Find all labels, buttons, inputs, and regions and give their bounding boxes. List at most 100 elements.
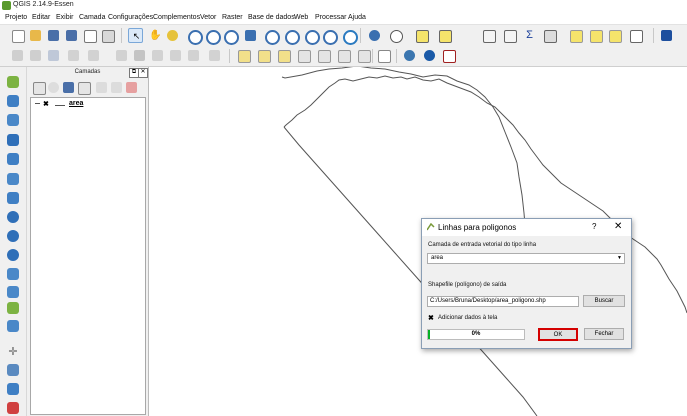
move-feature-icon[interactable] xyxy=(86,48,101,63)
menu-processar[interactable]: Processar xyxy=(315,14,347,21)
zoom-to-layer-icon[interactable] xyxy=(283,28,300,45)
add-feature-icon[interactable] xyxy=(66,48,81,63)
remove-layer-icon[interactable] xyxy=(124,80,139,95)
save-project-icon[interactable] xyxy=(46,28,61,43)
menu-projeto[interactable]: Projeto xyxy=(5,14,27,21)
csw-icon[interactable] xyxy=(376,48,391,63)
new-bookmark-icon[interactable] xyxy=(588,28,603,43)
cut-features-icon[interactable] xyxy=(150,48,165,63)
change-label-icon[interactable] xyxy=(356,48,371,63)
new-shapefile-icon[interactable] xyxy=(6,301,20,315)
pin-labels-icon[interactable] xyxy=(256,48,271,63)
browse-button[interactable]: Buscar xyxy=(583,295,625,307)
expand-all-icon[interactable] xyxy=(94,80,109,95)
menu-configuracoes[interactable]: Configurações xyxy=(108,14,153,21)
filter-legend-icon[interactable] xyxy=(61,80,76,95)
menu-ajuda[interactable]: Ajuda xyxy=(348,14,366,21)
georeferencer-icon[interactable]: ✛ xyxy=(6,345,20,359)
menu-camada[interactable]: Camada xyxy=(79,14,105,21)
expander-icon[interactable] xyxy=(35,103,40,104)
statistics-icon[interactable]: Σ xyxy=(522,28,537,43)
new-print-composer-icon[interactable] xyxy=(82,28,97,43)
collapse-all-icon[interactable] xyxy=(109,80,124,95)
zoom-next-icon[interactable] xyxy=(321,28,338,45)
gps-tools-icon[interactable] xyxy=(6,363,20,377)
label-toolbar-icon[interactable] xyxy=(236,48,251,63)
pan-to-selection-icon[interactable] xyxy=(165,28,180,43)
add-wms-layer-icon[interactable] xyxy=(6,210,20,224)
zoom-out-icon[interactable] xyxy=(204,28,221,45)
add-spatialite-layer-icon[interactable] xyxy=(6,113,20,127)
layer-styling-icon[interactable] xyxy=(31,80,46,95)
dialog-help-button[interactable]: ? xyxy=(592,222,596,231)
copy-features-icon[interactable] xyxy=(168,48,183,63)
close-button[interactable]: Fechar xyxy=(584,328,624,340)
visibility-icon[interactable] xyxy=(46,80,61,95)
new-project-icon[interactable] xyxy=(10,28,25,43)
text-annotation-icon[interactable] xyxy=(628,28,643,43)
layer-visibility-checkbox[interactable]: ✖ xyxy=(43,101,50,108)
zoom-in-icon[interactable] xyxy=(186,28,203,45)
add-postgis-layer-icon[interactable] xyxy=(6,133,20,147)
zoom-full-icon[interactable] xyxy=(243,28,258,43)
close-panel-icon[interactable]: ✕ xyxy=(138,68,148,78)
add-to-canvas-checkbox[interactable]: ✖ xyxy=(428,314,434,322)
wkt-text-icon[interactable] xyxy=(441,48,456,63)
refresh-icon[interactable] xyxy=(341,28,358,45)
add-delimited-text-icon[interactable] xyxy=(6,267,20,281)
roads-graph-icon[interactable] xyxy=(6,382,20,396)
filter-expression-icon[interactable] xyxy=(76,80,91,95)
open-project-icon[interactable] xyxy=(28,28,43,43)
add-mssql-layer-icon[interactable] xyxy=(6,152,20,166)
menu-editar[interactable]: Editar xyxy=(32,14,50,21)
add-db2-layer-icon[interactable] xyxy=(6,191,20,205)
touch-zoom-icon[interactable]: ↖ xyxy=(128,28,143,43)
ok-button[interactable]: OK xyxy=(538,328,578,341)
node-tool-icon[interactable] xyxy=(114,48,129,63)
measure-icon[interactable] xyxy=(388,28,403,43)
add-vector-layer-icon[interactable] xyxy=(6,75,20,89)
menu-vetor[interactable]: Vetor xyxy=(200,14,216,21)
add-raster-layer-icon[interactable] xyxy=(6,94,20,108)
zoom-native-icon[interactable] xyxy=(222,28,239,45)
zoom-last-icon[interactable] xyxy=(303,28,320,45)
zoom-to-selection-icon[interactable] xyxy=(263,28,280,45)
menu-exibir[interactable]: Exibir xyxy=(56,14,74,21)
save-as-icon[interactable] xyxy=(64,28,79,43)
new-spatialite-icon[interactable] xyxy=(6,319,20,333)
highlight-pinned-labels-icon[interactable] xyxy=(276,48,291,63)
layer-item-area[interactable]: ✖ area xyxy=(33,100,133,110)
coordinate-capture-icon[interactable] xyxy=(6,401,20,415)
attribute-table-icon[interactable] xyxy=(481,28,496,43)
composer-manager-icon[interactable] xyxy=(100,28,115,43)
rotate-label-icon[interactable] xyxy=(336,48,351,63)
show-hide-labels-icon[interactable] xyxy=(296,48,311,63)
input-layer-select[interactable]: area ▼ xyxy=(427,253,625,264)
undo-icon[interactable] xyxy=(207,48,222,63)
field-calculator-icon[interactable] xyxy=(502,28,517,43)
python-console-icon[interactable] xyxy=(402,48,417,63)
add-wfs-layer-icon[interactable] xyxy=(6,248,20,262)
add-oracle-layer-icon[interactable] xyxy=(6,172,20,186)
paste-features-icon[interactable] xyxy=(186,48,201,63)
pan-icon[interactable]: ✋ xyxy=(147,28,162,43)
select-icon[interactable] xyxy=(414,28,429,43)
menu-base-de-dados[interactable]: Base de dados xyxy=(248,14,295,21)
menu-web[interactable]: Web xyxy=(294,14,308,21)
bookmarks-icon[interactable] xyxy=(607,28,622,43)
measure-line-icon[interactable] xyxy=(542,28,557,43)
map-tips-icon[interactable] xyxy=(568,28,583,43)
current-edits-icon[interactable] xyxy=(10,48,25,63)
menu-raster[interactable]: Raster xyxy=(222,14,243,21)
output-shapefile-input[interactable]: C:/Users/Bruna/Desktop/area_poligono.shp xyxy=(427,296,579,307)
deselect-icon[interactable] xyxy=(437,28,452,43)
layer-name[interactable]: area xyxy=(69,100,83,107)
wkt-icon[interactable] xyxy=(422,48,437,63)
dialog-close-button[interactable]: ✕ xyxy=(614,221,622,232)
add-wcs-layer-icon[interactable] xyxy=(6,229,20,243)
toggle-editing-icon[interactable] xyxy=(28,48,43,63)
save-edits-icon[interactable] xyxy=(46,48,61,63)
menu-complementos[interactable]: Complementos xyxy=(153,14,200,21)
move-label-icon[interactable] xyxy=(316,48,331,63)
help-icon[interactable] xyxy=(659,28,674,43)
